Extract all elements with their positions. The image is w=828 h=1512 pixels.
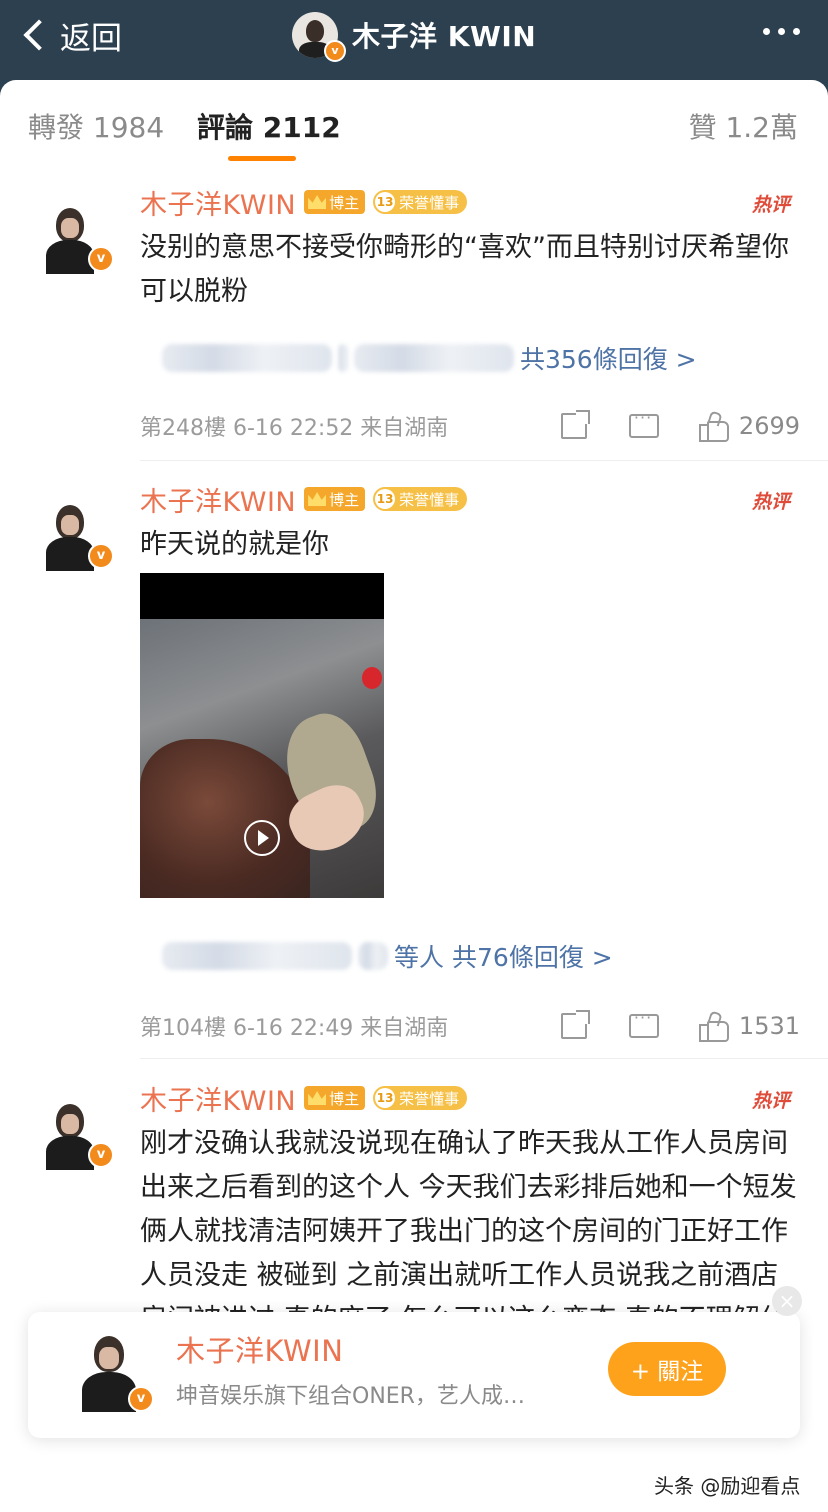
share-button[interactable] <box>560 410 590 439</box>
honor-badge-label: 荣誉懂事 <box>399 1089 460 1108</box>
reply-summary-link[interactable]: 等人 共76條回復 > <box>162 938 613 974</box>
reply-summary-visible: 等人 <box>394 943 445 972</box>
blogger-badge-label: 博主 <box>329 1089 360 1108</box>
back-label: 返回 <box>60 20 122 57</box>
reply-button[interactable] <box>628 1008 659 1038</box>
avatar[interactable]: v <box>44 206 114 276</box>
avatar[interactable]: v <box>44 1102 114 1172</box>
profile-name[interactable]: 木子洋KWIN <box>176 1328 343 1370</box>
back-button[interactable]: 返回 <box>22 10 122 60</box>
blogger-badge-label: 博主 <box>329 193 360 212</box>
username-row: 木子洋KWIN 博主 13 荣誉懂事 <box>140 183 468 222</box>
verified-icon: v <box>324 40 346 62</box>
hot-comment-tag: 热评 <box>751 194 790 216</box>
level-number: 13 <box>375 192 396 212</box>
profile-description: 坤音娱乐旗下组合ONER，艺人成… <box>176 1384 525 1409</box>
level-number: 13 <box>375 489 396 509</box>
floor-info: 第248樓 6-16 22:52 来自湖南 <box>140 416 449 441</box>
comment-text: 昨天说的就是你 <box>140 529 329 560</box>
reply-count: 共76條回復 > <box>452 943 613 972</box>
blurred-names <box>162 344 332 372</box>
blogger-badge: 博主 <box>304 1086 366 1110</box>
like-count: 1531 <box>738 1012 800 1040</box>
tab-comments[interactable]: 評論 2112 <box>197 106 341 146</box>
reply-count: 共356條回復 > <box>520 345 697 374</box>
like-count: 2699 <box>738 412 800 440</box>
page-title: 木子洋 KWIN <box>352 20 537 53</box>
verified-icon: v <box>88 543 114 569</box>
more-button[interactable] <box>763 28 800 35</box>
back-chevron-icon <box>23 19 55 51</box>
comment-text: 没别的意思不接受你畸形的“喜欢”而且特别讨厌希望你可以脱粉 <box>140 232 789 307</box>
honor-badge[interactable]: 13 荣誉懂事 <box>373 1086 468 1110</box>
comment-icon <box>628 408 659 438</box>
close-icon[interactable]: × <box>772 1286 802 1316</box>
verified-icon: v <box>88 246 114 272</box>
tab-likes[interactable]: 贊 1.2萬 <box>689 106 798 146</box>
username[interactable]: 木子洋KWIN <box>140 480 296 519</box>
crown-icon <box>308 1091 327 1105</box>
reply-button[interactable] <box>628 408 659 438</box>
verified-icon: v <box>88 1142 114 1168</box>
like-icon <box>698 1010 729 1042</box>
comment-meta: 第248樓 6-16 22:52 来自湖南 2699 <box>140 406 800 446</box>
tab-bar: 轉發 1984 評論 2112 贊 1.2萬 <box>0 80 828 170</box>
top-bar: 返回 木子洋 KWIN v <box>0 0 828 80</box>
username-row: 木子洋KWIN 博主 13 荣誉懂事 <box>140 480 468 519</box>
crown-icon <box>308 195 327 209</box>
blogger-badge-label: 博主 <box>329 490 360 509</box>
like-button[interactable]: 2699 <box>698 410 800 442</box>
comment-sheet: 轉發 1984 評論 2112 贊 1.2萬 v 木子洋KWIN 博主 13 荣誉… <box>0 80 828 1512</box>
more-icon-dot <box>763 28 770 35</box>
share-button[interactable] <box>560 1010 590 1039</box>
play-icon[interactable] <box>244 820 280 856</box>
reply-summary-link[interactable]: 共356條回復 > <box>162 340 697 376</box>
comment-icon <box>628 1008 659 1038</box>
username[interactable]: 木子洋KWIN <box>140 183 296 222</box>
blurred-names <box>358 942 388 970</box>
like-icon <box>698 410 729 442</box>
username[interactable]: 木子洋KWIN <box>140 1079 296 1118</box>
video-frame <box>140 619 384 898</box>
avatar[interactable]: v <box>76 1332 156 1422</box>
blurred-names <box>354 344 514 372</box>
divider <box>140 1058 828 1059</box>
blurred-names <box>162 942 352 970</box>
username-row: 木子洋KWIN 博主 13 荣誉懂事 <box>140 1079 468 1118</box>
honor-badge-label: 荣誉懂事 <box>399 490 460 509</box>
follow-button[interactable]: + 關注 <box>608 1342 726 1396</box>
active-tab-indicator <box>228 156 296 161</box>
tab-reposts[interactable]: 轉發 1984 <box>28 106 164 146</box>
video-thumbnail[interactable] <box>140 573 384 898</box>
hot-comment-tag: 热评 <box>751 491 790 513</box>
floor-info: 第104樓 6-16 22:49 来自湖南 <box>140 1016 449 1041</box>
honor-badge[interactable]: 13 荣誉懂事 <box>373 487 468 511</box>
hot-comment-tag: 热评 <box>751 1090 790 1112</box>
more-icon-dot <box>778 28 785 35</box>
share-icon <box>560 1010 590 1039</box>
profile-card[interactable]: × v 木子洋KWIN 坤音娱乐旗下组合ONER，艺人成… + 關注 <box>28 1286 802 1438</box>
verified-icon: v <box>128 1386 154 1412</box>
divider <box>140 460 828 461</box>
share-icon <box>560 410 590 439</box>
like-button[interactable]: 1531 <box>698 1010 800 1042</box>
blogger-badge: 博主 <box>304 190 366 214</box>
comment-meta: 第104樓 6-16 22:49 来自湖南 1531 <box>140 1006 800 1046</box>
level-number: 13 <box>375 1088 396 1108</box>
blurred-names <box>338 344 348 372</box>
honor-badge-label: 荣誉懂事 <box>399 193 460 212</box>
honor-badge[interactable]: 13 荣誉懂事 <box>373 190 468 214</box>
avatar[interactable]: v <box>44 503 114 573</box>
watermark: 头条 @励迎看点 <box>654 1474 801 1498</box>
crown-icon <box>308 492 327 506</box>
blogger-badge: 博主 <box>304 487 366 511</box>
more-icon-dot <box>793 28 800 35</box>
